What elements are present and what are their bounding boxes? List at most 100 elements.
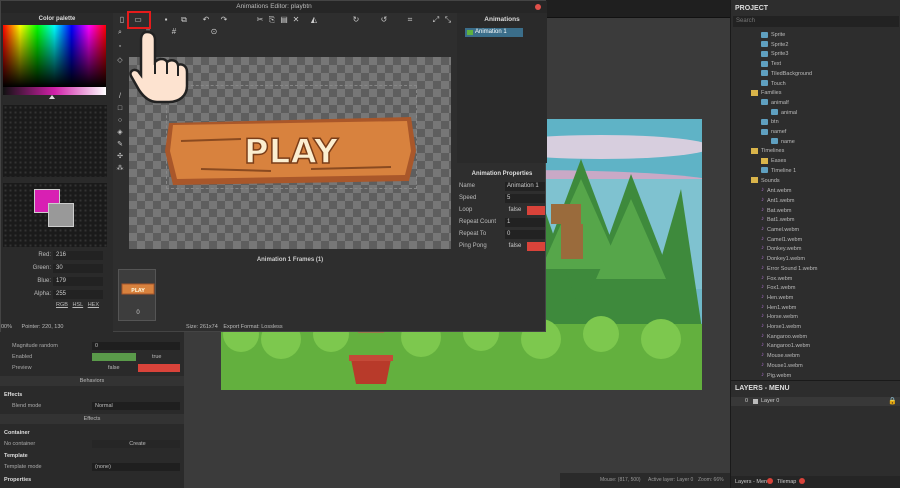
project-tree-item[interactable]: ♪ Mouse1.webm (761, 361, 803, 370)
project-tree-item[interactable]: ♪ Bat1.webm (761, 215, 795, 224)
hue-marker-icon[interactable] (49, 95, 55, 99)
preview-icon[interactable]: ⊙ (209, 27, 219, 37)
effects-section[interactable]: Effects (0, 390, 184, 400)
tab-tilemap[interactable]: Tilemap (777, 479, 796, 485)
project-tree-item[interactable]: ♪ Fox1.webm (761, 283, 795, 292)
ellipse-icon[interactable]: ○ (116, 117, 124, 125)
image-points-icon[interactable]: ⁂ (116, 165, 124, 173)
preview-toggle[interactable]: false (92, 364, 180, 372)
color-swatches[interactable] (3, 105, 107, 177)
layer-row[interactable]: 0 Layer 0 🔒 (731, 397, 900, 406)
project-tree-item[interactable]: ♪ Hen.webm (761, 293, 793, 302)
rectangle-select-icon[interactable]: ▫ (116, 43, 124, 51)
project-tree-item[interactable]: Timeline 1 (761, 167, 796, 176)
project-tree-item[interactable]: Sprite (761, 31, 785, 40)
name-input[interactable]: Animation 1 (505, 182, 545, 191)
undo-icon[interactable]: ↶ (201, 15, 211, 25)
project-tree-item[interactable]: ♪ Ant.webm (761, 186, 791, 195)
project-tree-item[interactable]: Sprite3 (761, 50, 788, 59)
project-tree-item[interactable]: ♪ Kangaroo1.webm (761, 341, 810, 350)
project-tree-item[interactable]: TiledBackground (761, 70, 812, 79)
mode-rgb[interactable]: RGB (56, 302, 68, 308)
container-section[interactable]: Container (0, 428, 184, 438)
properties-section[interactable]: Properties (0, 475, 184, 485)
rectangle-icon[interactable]: □ (116, 105, 124, 113)
template-mode-select[interactable]: (none) (92, 463, 180, 471)
open-button-highlight[interactable] (127, 11, 151, 29)
repeat-to-input[interactable]: 0 (505, 230, 545, 239)
redo-icon[interactable]: ↷ (219, 15, 229, 25)
ping-pong-toggle[interactable]: false (505, 242, 545, 251)
effects-header[interactable]: Effects (0, 414, 184, 424)
rotate-icon[interactable]: ↻ (351, 15, 361, 25)
project-tree-item[interactable]: ♪ Horse.webm (761, 312, 798, 321)
project-tree-item[interactable]: ♪ Kangaroo.webm (761, 332, 807, 341)
copy-icon[interactable]: ⎘ (267, 15, 277, 25)
project-tree-item[interactable]: Sprite2 (761, 41, 788, 50)
fill-icon[interactable]: ◈ (116, 129, 124, 137)
delete-icon[interactable]: ✕ (291, 15, 301, 25)
template-section[interactable]: Template (0, 451, 184, 461)
blue-input[interactable]: 179 (53, 277, 103, 286)
eyedropper-icon[interactable]: ✎ (116, 141, 124, 149)
project-tree-item[interactable]: ♪ Pig.webm (761, 371, 791, 380)
create-container-button[interactable]: Create (92, 440, 180, 448)
project-tree-item[interactable]: Timelines (751, 147, 784, 156)
enabled-toggle[interactable]: true (92, 353, 180, 361)
project-tree-item[interactable]: Text (761, 60, 781, 69)
resize-icon[interactable]: ⧉ (179, 15, 189, 25)
project-tree-item[interactable]: ♪ Fox.webm (761, 274, 792, 283)
project-tree-item[interactable]: animal (771, 109, 797, 118)
cut-icon[interactable]: ✂ (255, 15, 265, 25)
eraser-icon[interactable]: ◇ (116, 57, 124, 65)
color-gradient-picker[interactable] (3, 25, 106, 87)
magnitude-input[interactable]: 0 (92, 342, 180, 350)
project-tree-item[interactable]: ♪ Camel.webm (761, 225, 799, 234)
blend-select[interactable]: Normal (92, 402, 180, 410)
project-tree-item[interactable]: Eases (761, 157, 786, 166)
expand-icon[interactable]: ⤢ (431, 15, 441, 25)
behaviors-header[interactable]: Behaviors (0, 376, 184, 386)
flip-icon[interactable]: ◭ (309, 15, 319, 25)
project-tree-item[interactable]: ♪ Donkey.webm (761, 244, 801, 253)
new-file-icon[interactable]: ▯ (117, 15, 127, 25)
project-search-input[interactable]: Search (733, 16, 899, 27)
loop-toggle[interactable]: false (505, 206, 545, 215)
mode-hsl[interactable]: HSL (72, 302, 83, 308)
repeat-count-input[interactable]: 1 (505, 218, 545, 227)
project-tree-item[interactable]: animalf (761, 99, 789, 108)
animation-list-item[interactable]: Animation 1 (465, 28, 523, 37)
project-tree-item[interactable]: Families (751, 89, 781, 98)
frame-thumbnail[interactable]: PLAY 0 (118, 269, 156, 321)
close-button[interactable] (535, 4, 541, 10)
lock-icon[interactable]: 🔒 (888, 397, 897, 405)
project-tree-item[interactable]: Touch (761, 80, 786, 89)
project-tree-item[interactable]: ♪ Ant1.webm (761, 196, 795, 205)
tab-layers-menu[interactable]: Layers - Menu (735, 479, 770, 485)
save-icon[interactable]: ▪ (161, 15, 171, 25)
layer-visibility-icon[interactable] (753, 399, 758, 404)
close-tab-icon[interactable] (799, 478, 805, 484)
project-tree-item[interactable]: ♪ Camel1.webm (761, 235, 802, 244)
secondary-color-swatch[interactable] (48, 203, 74, 227)
close-tab-icon[interactable] (767, 478, 773, 484)
project-tree-item[interactable]: name (771, 138, 795, 147)
hue-slider[interactable] (3, 87, 106, 95)
project-tree-item[interactable]: ♪ Donkey1.webm (761, 254, 805, 263)
paste-icon[interactable]: ▤ (279, 15, 289, 25)
mode-hex[interactable]: HEX (88, 302, 99, 308)
line-icon[interactable]: / (116, 93, 124, 101)
crop-icon[interactable]: ⌗ (405, 15, 415, 25)
red-input[interactable]: 216 (53, 251, 103, 260)
project-tree-item[interactable]: btn (761, 118, 779, 127)
alpha-input[interactable]: 255 (53, 290, 103, 299)
project-tree-item[interactable]: Sounds (751, 177, 780, 186)
project-tree-item[interactable]: ♪ Hen1.webm (761, 303, 796, 312)
project-tree-item[interactable]: ♪ Mouse.webm (761, 351, 800, 360)
project-tree-item[interactable]: ♪ Horse1.webm (761, 322, 801, 331)
shrink-icon[interactable]: ⤡ (443, 15, 453, 25)
rotate-alt-icon[interactable]: ↺ (379, 15, 389, 25)
project-tree-item[interactable]: ♪ Bat.webm (761, 206, 791, 215)
origin-point-icon[interactable]: ✣ (116, 153, 124, 161)
speed-input[interactable]: 5 (505, 194, 545, 203)
